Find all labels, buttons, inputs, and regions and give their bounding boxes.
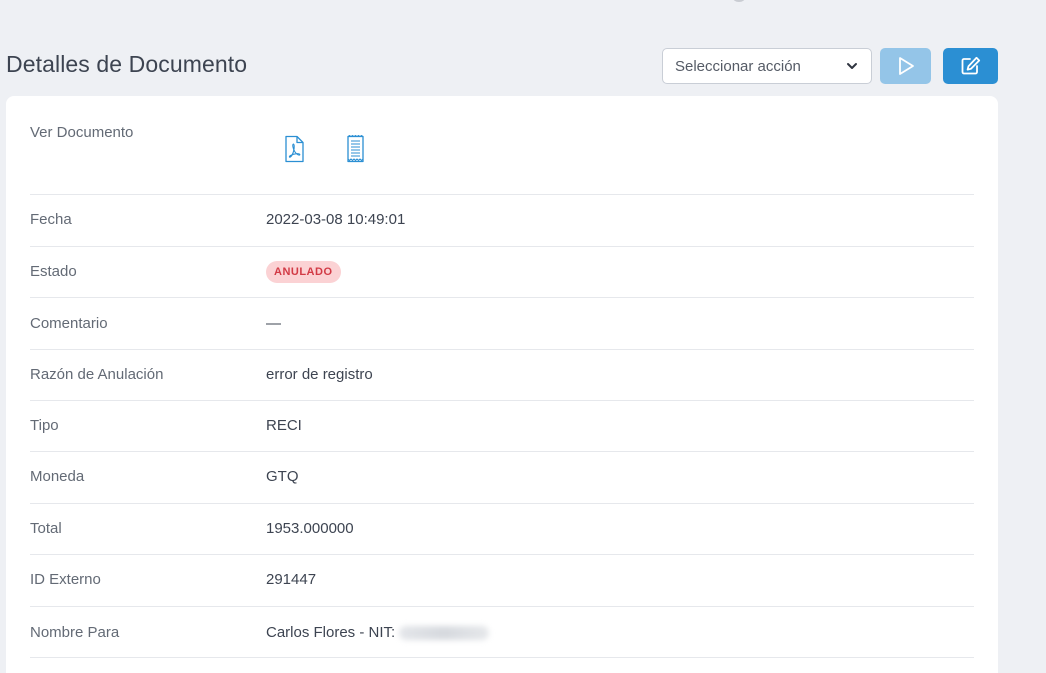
chevron-down-icon [847, 63, 857, 69]
run-action-button[interactable] [880, 48, 931, 84]
row-label: Nombre Para [30, 624, 120, 641]
action-select-value: Seleccionar acción [675, 57, 801, 75]
action-select[interactable]: Seleccionar acción [662, 48, 872, 84]
row-label: Comentario [30, 315, 108, 332]
document-details-card: Ver Documento Fecha 2022-03-08 10:49:01 [6, 96, 998, 673]
row-value: GTQ [266, 468, 299, 485]
row-label: Ver Documento [30, 124, 134, 141]
scroll-indicator [733, 0, 745, 2]
row-value: error de registro [266, 366, 373, 383]
recipient-name: Carlos Flores - NIT: [266, 624, 396, 641]
xml-document-icon[interactable] [345, 135, 366, 163]
play-icon [898, 57, 914, 75]
row-label: Total [30, 520, 62, 537]
row-nombre-para: Nombre Para Carlos Flores - NIT: [30, 607, 974, 658]
row-label: Razón de Anulación [30, 366, 164, 383]
row-moneda: Moneda GTQ [30, 452, 974, 504]
document-links [284, 135, 366, 163]
page: Detalles de Documento Seleccionar acción… [0, 0, 1046, 673]
page-title: Detalles de Documento [6, 51, 248, 77]
row-label: Fecha [30, 211, 72, 228]
row-tipo: Tipo RECI [30, 401, 974, 452]
edit-icon [961, 56, 980, 75]
row-value: 1953.000000 [266, 520, 354, 537]
row-value: 291447 [266, 571, 317, 588]
row-label: ID Externo [30, 571, 101, 588]
row-razon-anulacion: Razón de Anulación error de registro [30, 350, 974, 401]
row-id-externo: ID Externo 291447 [30, 555, 974, 607]
edit-button[interactable] [943, 48, 998, 84]
row-value: Carlos Flores - NIT: [266, 624, 490, 641]
redacted-nit [399, 625, 490, 640]
row-estado: Estado ANULADO [30, 247, 974, 298]
row-total: Total 1953.000000 [30, 504, 974, 555]
row-value: 2022-03-08 10:49:01 [266, 211, 406, 228]
status-badge: ANULADO [266, 261, 341, 283]
row-ver-documento: Ver Documento [30, 96, 974, 195]
row-comentario: Comentario — [30, 298, 974, 350]
row-value: ANULADO [266, 261, 341, 283]
pdf-file-icon[interactable] [284, 135, 305, 163]
row-value: — [266, 315, 281, 332]
row-label: Estado [30, 263, 77, 280]
row-label: Moneda [30, 468, 85, 485]
row-value: RECI [266, 417, 302, 434]
row-fecha: Fecha 2022-03-08 10:49:01 [30, 195, 974, 247]
row-label: Tipo [30, 417, 59, 434]
